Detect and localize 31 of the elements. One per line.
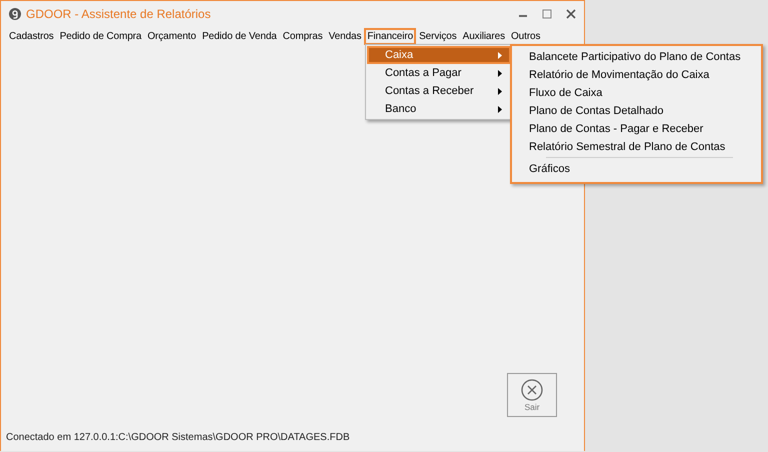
exit-button[interactable]: Sair <box>507 373 557 417</box>
menu-item[interactable]: Relatório de Movimentação do Caixa <box>512 66 761 84</box>
menu-item[interactable]: Relatório Semestral de Plano de Contas <box>512 138 761 156</box>
status-bar-text: Conectado em 127.0.0.1:C:\GDOOR Sistemas\GDOOR PRO\DATAGES.FDB <box>5 430 351 444</box>
menu-item[interactable]: Banco <box>367 100 511 118</box>
menu-item[interactable]: Compras <box>280 28 326 45</box>
menu-item[interactable]: Contas a Pagar <box>367 64 511 82</box>
submenu-arrow-icon <box>498 106 502 112</box>
window-title: GDOOR - Assistente de Relatórios <box>26 7 211 21</box>
menu-item[interactable]: Fluxo de Caixa <box>512 84 761 102</box>
menu-item[interactable]: Balancete Participativo do Plano de Contas <box>512 48 761 66</box>
menu-item[interactable]: Caixa <box>367 46 511 64</box>
menu-item[interactable]: Serviços <box>416 28 460 45</box>
menu-item[interactable]: Pedido de Venda <box>199 28 280 45</box>
submenu-arrow-icon <box>498 88 502 94</box>
menu-item[interactable]: Plano de Contas Detalhado <box>512 102 761 120</box>
close-icon[interactable] <box>566 9 576 19</box>
submenu-arrow-icon <box>498 52 502 58</box>
logo-icon <box>9 8 21 20</box>
maximize-icon[interactable] <box>542 9 552 19</box>
menu-item[interactable]: Auxiliares <box>460 28 508 45</box>
menu-item[interactable]: Outros <box>508 28 544 45</box>
submenu-arrow-icon <box>498 70 502 76</box>
menu-item[interactable]: Contas a Receber <box>367 82 511 100</box>
menu-item[interactable]: Vendas <box>326 28 364 45</box>
menu-item[interactable]: Orçamento <box>144 28 200 45</box>
menu-item[interactable]: Gráficos <box>512 160 761 178</box>
menu-item[interactable]: Pedido de Compra <box>56 28 144 45</box>
menu-item[interactable]: Cadastros <box>6 28 57 45</box>
menu-item[interactable]: Plano de Contas - Pagar e Receber <box>512 120 761 138</box>
close-circle-icon <box>521 378 543 400</box>
